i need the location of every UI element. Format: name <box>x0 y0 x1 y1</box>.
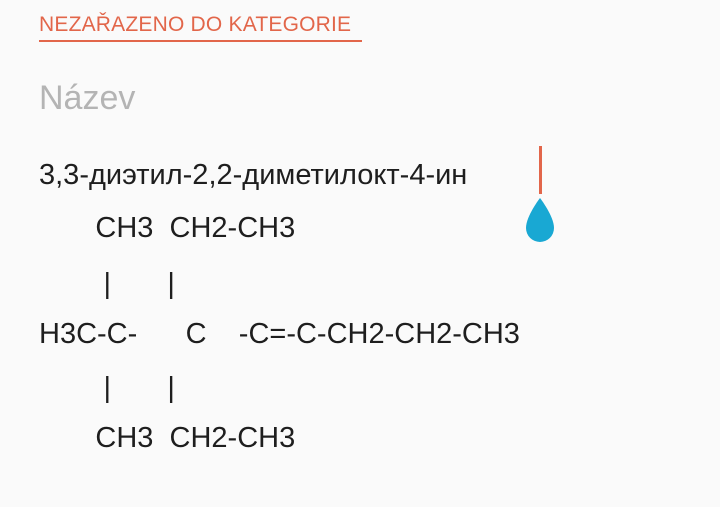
category-underline <box>39 40 362 42</box>
note-line-5[interactable]: | | <box>39 370 174 406</box>
note-line-3[interactable]: | | <box>39 266 174 302</box>
note-line-6[interactable]: CH3 CH2-CH3 <box>39 420 295 456</box>
note-line-1[interactable]: 3,3-диэтил-2,2-диметилокт-4-ин <box>39 157 467 193</box>
teardrop-handle-icon[interactable] <box>521 196 559 248</box>
category-link[interactable]: NEZAŘAZENO DO KATEGORIE <box>39 12 351 38</box>
text-cursor <box>539 146 542 194</box>
title-input[interactable]: Název <box>39 76 135 120</box>
note-line-4[interactable]: H3C-C- C -C=-C-CH2-CH2-CH3 <box>39 316 520 352</box>
note-line-2[interactable]: CH3 CH2-CH3 <box>39 210 295 246</box>
